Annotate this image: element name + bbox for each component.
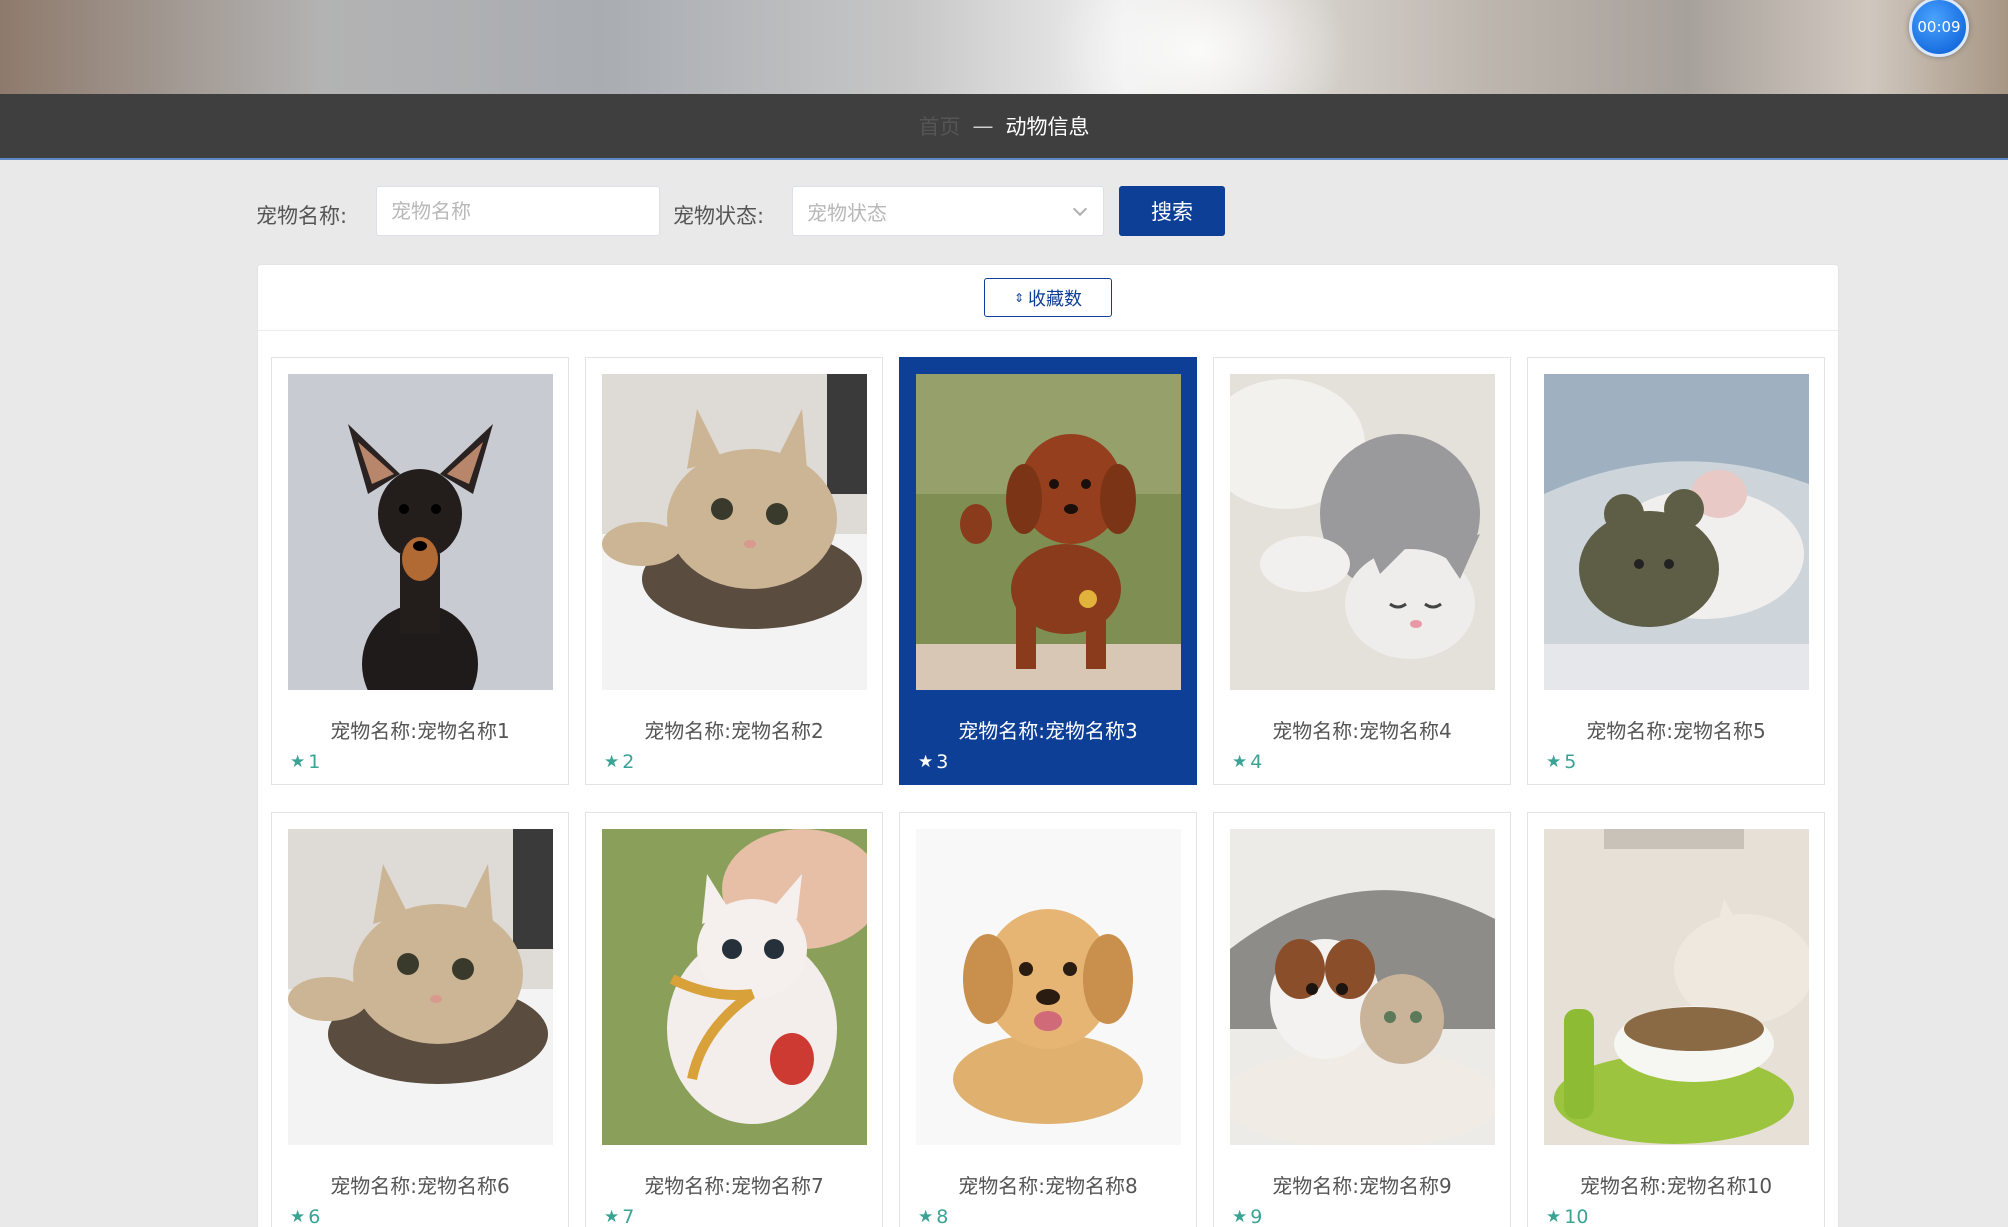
pet-name: 宠物名称:宠物名称1 [330,719,510,743]
favorite-count: ★ 5 [1546,751,1576,773]
pet-photo[interactable] [602,829,867,1145]
pet-list-panel: ⇕ 收藏数 宠物名称:宠物名称1 ★ 1 宠物名称:宠物名称2 ★ 2 宠物名称… [257,264,1839,1227]
pet-card[interactable]: 宠物名称:宠物名称4 ★ 4 [1213,357,1511,785]
favorite-count: ★ 2 [604,751,634,773]
cat-in-bowl-icon [602,374,867,690]
pet-card[interactable]: 宠物名称:宠物名称2 ★ 2 [585,357,883,785]
hero-banner [0,0,2008,94]
doberman-puppy-icon [288,374,553,690]
breadcrumb: 首页 — 动物信息 [0,94,2008,160]
pet-card[interactable]: 宠物名称:宠物名称7 ★ 7 [585,812,883,1227]
star-icon: ★ [1546,1207,1562,1227]
breadcrumb-current: 动物信息 [1005,115,1090,139]
pet-name-label: 宠物名称: [256,204,348,228]
pet-photo[interactable] [288,829,553,1145]
favorite-count-value: 3 [936,751,949,773]
favorite-count-value: 2 [622,751,635,773]
search-button[interactable]: 搜索 [1119,186,1225,236]
favorite-count: ★ 8 [918,1206,948,1227]
favorite-count-value: 6 [308,1206,321,1227]
favorite-count: ★ 7 [604,1206,634,1227]
pet-status-select[interactable]: 宠物状态 [792,186,1104,236]
pet-name: 宠物名称:宠物名称10 [1579,1174,1773,1198]
pet-status-placeholder: 宠物状态 [807,200,887,225]
cat-in-bowl-icon [288,829,553,1145]
sort-icon: ⇕ [1013,290,1025,305]
golden-puppy-icon [916,829,1181,1145]
favorite-count: ★ 9 [1232,1206,1262,1227]
favorite-count-value: 10 [1564,1206,1589,1227]
panel-header: ⇕ 收藏数 [258,265,1838,331]
favorite-count-value: 5 [1564,751,1577,773]
pet-photo[interactable] [916,374,1181,690]
pet-photo[interactable] [1544,374,1809,690]
star-icon: ★ [1232,1207,1248,1227]
pet-name: 宠物名称:宠物名称2 [644,719,824,743]
favorite-count: ★ 3 [918,751,948,773]
pet-name: 宠物名称:宠物名称9 [1272,1174,1452,1198]
pet-name: 宠物名称:宠物名称6 [330,1174,510,1198]
breadcrumb-home-link[interactable]: 首页 [919,111,961,141]
pet-card[interactable]: 宠物名称:宠物名称8 ★ 8 [899,812,1197,1227]
star-icon: ★ [1546,752,1562,772]
sort-button-label: 收藏数 [1028,288,1083,310]
breadcrumb-separator: — [972,114,994,138]
star-icon: ★ [604,1207,620,1227]
pet-photo[interactable] [1230,374,1495,690]
pet-photo[interactable] [602,374,867,690]
star-icon: ★ [918,1207,934,1227]
pet-card-selected[interactable]: 宠物名称:宠物名称3 ★ 3 [899,357,1197,785]
favorite-count-value: 4 [1250,751,1263,773]
pet-card[interactable]: 宠物名称:宠物名称5 ★ 5 [1527,357,1825,785]
pet-photo[interactable] [916,829,1181,1145]
search-bar: 宠物名称: 宠物状态: 宠物状态 搜索 [256,186,1256,236]
pet-photo[interactable] [1544,829,1809,1145]
favorite-count-value: 1 [308,751,321,773]
star-icon: ★ [1232,752,1248,772]
star-icon: ★ [290,752,306,772]
timer-text: 00:09 [1917,18,1961,36]
pet-photo[interactable] [1230,829,1495,1145]
star-icon: ★ [604,752,620,772]
favorite-count-value: 8 [936,1206,949,1227]
star-icon: ★ [290,1207,306,1227]
sort-by-favorites-button[interactable]: ⇕ 收藏数 [984,278,1112,317]
favorite-count: ★ 4 [1232,751,1262,773]
pet-name: 宠物名称:宠物名称7 [644,1174,824,1198]
pet-status-label: 宠物状态: [673,204,765,228]
pet-card[interactable]: 宠物名称:宠物名称6 ★ 6 [271,812,569,1227]
favorite-count-value: 9 [1250,1206,1263,1227]
pet-name: 宠物名称:宠物名称3 [958,719,1138,743]
pet-name: 宠物名称:宠物名称8 [958,1174,1138,1198]
cat-eating-icon [1544,829,1809,1145]
dog-and-cat-icon [1230,829,1495,1145]
pet-name-input[interactable] [376,186,660,236]
favorite-count: ★ 10 [1546,1206,1588,1227]
pet-card[interactable]: 宠物名称:宠物名称1 ★ 1 [271,357,569,785]
favorite-count-value: 7 [622,1206,635,1227]
pet-card[interactable]: 宠物名称:宠物名称10 ★ 10 [1527,812,1825,1227]
favorite-count: ★ 1 [290,751,320,773]
poodle-icon [916,374,1181,690]
pet-photo[interactable] [288,374,553,690]
pet-name: 宠物名称:宠物名称4 [1272,719,1452,743]
pet-name: 宠物名称:宠物名称5 [1586,719,1766,743]
chevron-down-icon [1072,201,1088,217]
hamster-with-teddy-icon [1544,374,1809,690]
white-kitten-icon [602,829,867,1145]
favorite-count: ★ 6 [290,1206,320,1227]
star-icon: ★ [918,752,934,772]
sleeping-cat-icon [1230,374,1495,690]
pet-card[interactable]: 宠物名称:宠物名称9 ★ 9 [1213,812,1511,1227]
